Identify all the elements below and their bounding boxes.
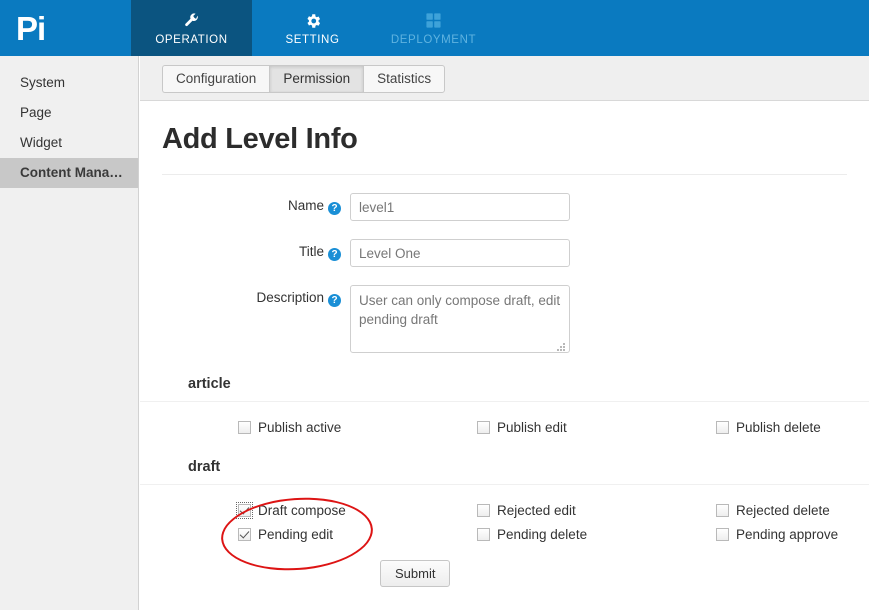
permission-column: Publish delete [716, 415, 821, 439]
label-description: Description? [162, 285, 350, 307]
sidebar-item-label: Content Mana… [20, 165, 123, 180]
title-divider [162, 174, 847, 175]
label-title: Title? [162, 239, 350, 261]
tab-label: Permission [283, 71, 351, 86]
permission-group-draft: draft Draft compose Pending edit Rejecte… [140, 459, 869, 546]
checkbox-label: Publish edit [497, 419, 567, 435]
submit-button[interactable]: Submit [380, 560, 451, 587]
checkbox-row[interactable]: Draft compose [236, 498, 477, 522]
sidebar-item-widget[interactable]: Widget [0, 128, 138, 158]
checkbox-label: Publish active [258, 419, 342, 435]
tab-permission[interactable]: Permission [269, 65, 364, 93]
description-wrapper: User can only compose draft, edit pendin… [350, 285, 570, 356]
checkbox-label: Pending delete [497, 526, 588, 542]
tab-label: Configuration [176, 71, 257, 86]
permission-column: Publish edit [477, 415, 716, 439]
nav-item-deployment[interactable]: DEPLOYMENT [373, 0, 494, 56]
checkbox-label: Publish delete [736, 419, 821, 435]
name-input[interactable] [350, 193, 570, 221]
checkbox-row[interactable]: Pending delete [477, 522, 716, 546]
label-title-text: Title [298, 244, 324, 259]
top-navigation-bar: Pi OPERATION SETTING DEPLOYMENT [0, 0, 869, 56]
tab-statistics[interactable]: Statistics [363, 65, 446, 93]
sidebar-item-page[interactable]: Page [0, 98, 138, 128]
sidebar: System Page Widget Content Mana… [0, 56, 139, 610]
checkbox-publish-edit[interactable] [477, 420, 490, 434]
title-input[interactable] [350, 239, 570, 267]
checkbox-rejected-delete[interactable] [716, 503, 729, 517]
label-name: Name? [162, 193, 350, 215]
grid-icon [425, 11, 442, 31]
checkbox-label: Draft compose [258, 502, 346, 518]
form-row-name: Name? [140, 193, 869, 221]
form-row-description: Description? User can only compose draft… [140, 285, 869, 356]
checkbox-pending-edit[interactable] [238, 527, 251, 541]
sidebar-item-system[interactable]: System [0, 68, 138, 98]
form-row-title: Title? [140, 239, 869, 267]
checkbox-label: Rejected edit [497, 502, 576, 518]
nav-item-setting[interactable]: SETTING [252, 0, 373, 56]
tab-configuration[interactable]: Configuration [162, 65, 270, 93]
nav-label-setting: SETTING [285, 33, 340, 46]
checkbox-publish-delete[interactable] [716, 420, 729, 434]
checkbox-row[interactable]: Rejected delete [716, 498, 838, 522]
permission-grid-article: Publish active Publish edit Publish dele… [188, 402, 869, 439]
checkbox-label: Pending approve [736, 526, 839, 542]
nav-label-deployment: DEPLOYMENT [390, 33, 477, 46]
help-icon[interactable]: ? [328, 202, 341, 215]
tab-bar: Configuration Permission Statistics [140, 56, 869, 101]
sidebar-item-content-manager[interactable]: Content Mana… [0, 158, 138, 188]
checkbox-publish-active[interactable] [238, 420, 251, 434]
label-name-text: Name [287, 198, 324, 213]
page-title: Add Level Info [162, 123, 358, 155]
permission-column: Rejected delete Pending approve [716, 498, 838, 546]
app-window: Pi OPERATION SETTING DEPLOYMENT System P… [0, 0, 869, 610]
checkbox-row[interactable]: Pending approve [716, 522, 838, 546]
checkbox-row[interactable]: Publish active [238, 415, 477, 439]
checkbox-pending-approve[interactable] [716, 527, 729, 541]
checkbox-rejected-edit[interactable] [477, 503, 490, 517]
label-description-text: Description [256, 290, 324, 305]
wrench-icon [183, 11, 200, 31]
sidebar-item-label: Widget [20, 135, 63, 150]
permission-column: Publish active [238, 415, 477, 439]
tab-label: Statistics [377, 71, 432, 86]
checkbox-row[interactable]: Pending edit [238, 522, 477, 546]
permission-group-article: article Publish active Publish edit Publ… [140, 376, 869, 439]
permission-column: Rejected edit Pending delete [477, 498, 716, 546]
nav-item-operation[interactable]: OPERATION [131, 0, 252, 56]
main-content: Configuration Permission Statistics Add … [140, 56, 869, 610]
permission-column: Draft compose Pending edit [236, 498, 477, 546]
help-icon[interactable]: ? [328, 248, 341, 261]
sidebar-item-label: Page [20, 105, 52, 120]
checkbox-row[interactable]: Publish edit [477, 415, 716, 439]
checkbox-label: Rejected delete [736, 502, 830, 518]
submit-row: Submit [140, 560, 869, 587]
nav-label-operation: OPERATION [155, 33, 228, 46]
checkbox-row[interactable]: Publish delete [716, 415, 821, 439]
logo-text: Pi [16, 9, 46, 47]
sidebar-item-label: System [20, 75, 66, 90]
gear-icon [304, 11, 322, 31]
app-logo[interactable]: Pi [0, 0, 131, 56]
checkbox-pending-delete[interactable] [477, 527, 490, 541]
checkbox-draft-compose[interactable] [236, 501, 253, 519]
description-textarea[interactable]: User can only compose draft, edit pendin… [350, 285, 570, 353]
permission-grid-draft: Draft compose Pending edit Rejected edit [188, 485, 869, 546]
checkbox-label: Pending edit [258, 526, 334, 542]
group-title-article: article [188, 376, 231, 392]
help-icon[interactable]: ? [328, 294, 341, 307]
checkbox-row[interactable]: Rejected edit [477, 498, 716, 522]
group-title-draft: draft [188, 459, 221, 475]
